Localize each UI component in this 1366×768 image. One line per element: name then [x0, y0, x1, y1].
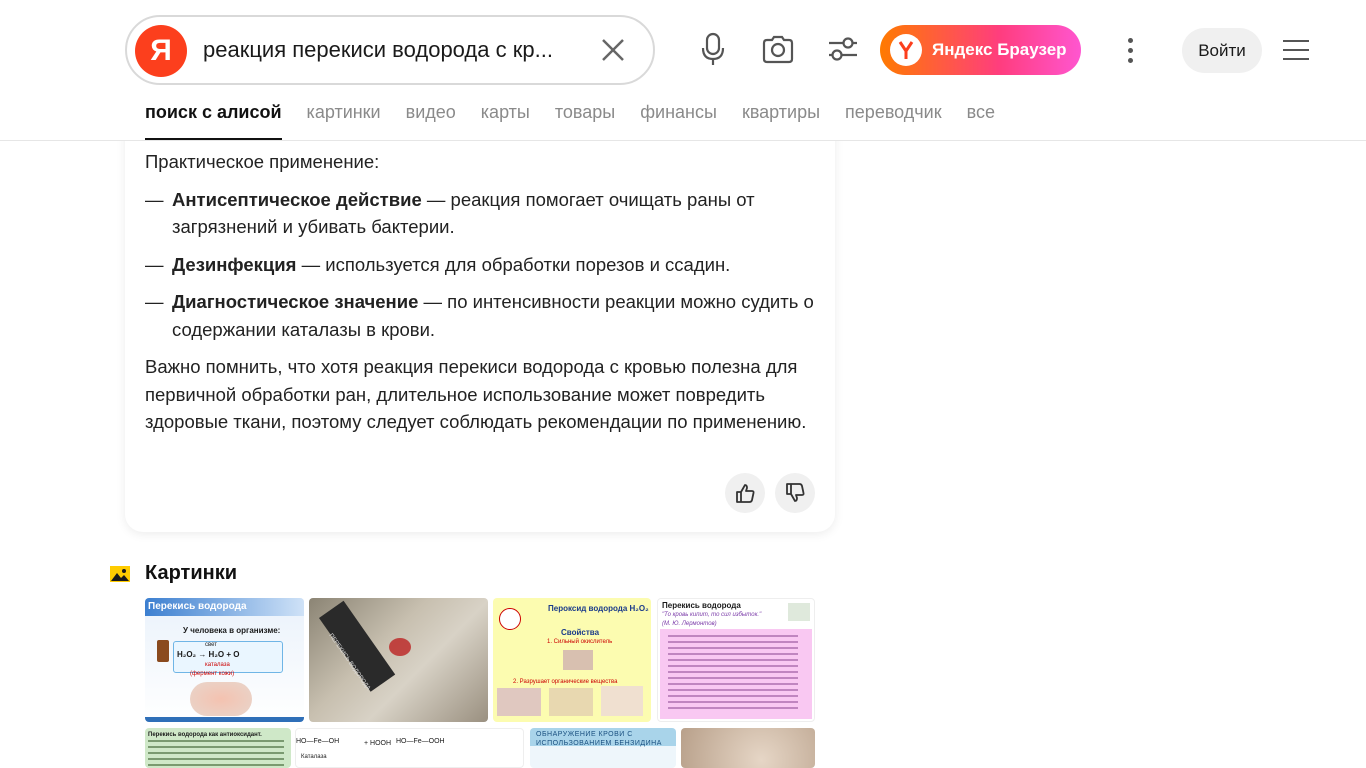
image-thumbnail[interactable]: ОБНАРУЖЕНИЕ КРОВИ С ИСПОЛЬЗОВАНИЕМ БЕНЗИ…: [530, 728, 676, 768]
tab-apartments[interactable]: квартиры: [742, 102, 820, 140]
image-thumbnail[interactable]: ПЕРЕКИСЬ ВОДОРОДА: [309, 598, 488, 722]
login-button[interactable]: Войти: [1182, 28, 1262, 73]
answer-list-item: — Дезинфекция — используется для обработк…: [145, 253, 731, 275]
thumbs-up-icon: [736, 484, 755, 503]
menu-icon[interactable]: [1283, 38, 1309, 62]
answer-list-item: — Диагностическое значение — по интенсивн…: [145, 291, 814, 340]
sliders-icon: [829, 37, 857, 61]
microphone-icon: [701, 32, 725, 65]
header: Я реакция перекиси водорода с кр... Янде…: [0, 0, 1366, 141]
browser-button-label: Яндекс Браузер: [932, 40, 1067, 59]
tab-finance[interactable]: финансы: [640, 102, 717, 140]
more-options-button[interactable]: [1112, 30, 1148, 70]
tab-all[interactable]: все: [967, 102, 995, 140]
image-thumbnail[interactable]: Пероксид водорода H₂O₂ Свойства 1. Сильн…: [493, 598, 651, 722]
close-icon: [602, 39, 624, 61]
like-button[interactable]: [725, 473, 765, 513]
search-box[interactable]: Я реакция перекиси водорода с кр...: [125, 15, 655, 85]
yandex-logo[interactable]: Я: [135, 25, 187, 77]
camera-icon: [762, 35, 794, 64]
images-section-title[interactable]: Картинки: [145, 562, 237, 585]
image-thumbnail[interactable]: Перекись водорода "То кровь кипит, то си…: [657, 598, 815, 722]
image-search-button[interactable]: [759, 30, 797, 68]
dot-icon: [1127, 57, 1133, 63]
thumbs-down-icon: [786, 483, 805, 502]
image-thumbnail[interactable]: [681, 728, 815, 768]
tab-alice-search[interactable]: поиск с алисой: [145, 102, 282, 140]
dislike-button[interactable]: [775, 473, 815, 513]
image-thumbnail[interactable]: Перекись водорода У человека в организме…: [145, 598, 304, 722]
tab-goods[interactable]: товары: [555, 102, 615, 140]
tab-translator[interactable]: переводчик: [845, 102, 942, 140]
clear-search-button[interactable]: [597, 34, 629, 66]
answer-list-item: — Антисептическое действие — реакция помо…: [145, 188, 755, 238]
yandex-browser-icon: [890, 34, 922, 66]
search-input[interactable]: реакция перекиси водорода с кр...: [203, 37, 573, 63]
answer-text: Практическое применение: — Антисептическо…: [145, 148, 825, 446]
filters-button[interactable]: [824, 30, 862, 68]
dot-icon: [1127, 37, 1133, 43]
image-thumbnail[interactable]: HO—Fe—OH + HOOH HO—Fe—OOH Каталаза: [295, 728, 524, 768]
yandex-browser-button[interactable]: Яндекс Браузер: [880, 25, 1081, 75]
tab-images[interactable]: картинки: [307, 102, 381, 140]
tab-maps[interactable]: карты: [481, 102, 530, 140]
voice-search-button[interactable]: [694, 30, 732, 68]
tab-video[interactable]: видео: [406, 102, 456, 140]
images-section-icon: [110, 566, 130, 582]
answer-conclusion: Важно помнить, что хотя реакция перекиси…: [145, 356, 807, 432]
dot-icon: [1127, 47, 1133, 53]
answer-intro: Практическое применение:: [145, 151, 380, 172]
image-thumbnail[interactable]: Перекись водорода как антиоксидант.: [145, 728, 291, 768]
search-tabs: поиск с алисой картинки видео карты това…: [145, 102, 995, 140]
